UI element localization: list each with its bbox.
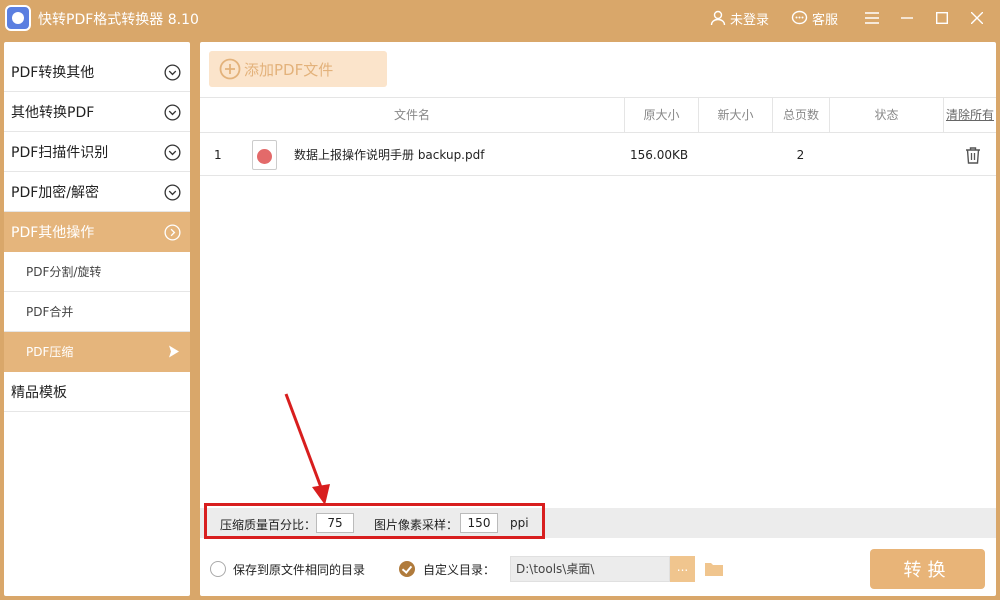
sidebar-item-label: 其他转换PDF (11, 104, 95, 121)
user-icon (710, 10, 726, 26)
folder-icon[interactable] (705, 561, 723, 576)
main-panel: 添加PDF文件 文件名 原大小 新大小 总页数 状态 清除所有 1 数据上报操作… (200, 42, 996, 596)
app-title: 快转PDF格式转换器 8.10 (38, 12, 199, 28)
sidebar-item-pdf-ocr[interactable]: PDF扫描件识别 (4, 132, 190, 172)
row-filename: 数据上报操作说明手册 backup.pdf (294, 148, 485, 162)
service-label: 客服 (811, 12, 838, 28)
add-pdf-label: 添加PDF文件 (244, 60, 334, 79)
sidebar-subitem-split-rotate[interactable]: PDF分割/旋转 (4, 252, 190, 292)
sidebar-item-other-to-pdf[interactable]: 其他转换PDF (4, 92, 190, 132)
row-status (829, 134, 943, 176)
close-icon (971, 12, 983, 24)
quality-input[interactable]: 75 (316, 513, 354, 533)
ppi-label: 图片像素采样： (374, 518, 459, 532)
quality-label: 压缩质量百分比： (220, 518, 317, 532)
minimize-icon (901, 17, 913, 19)
custom-dir-radio[interactable] (399, 561, 415, 577)
sidebar-subitem-label: PDF合并 (26, 305, 74, 319)
title-bar: 快转PDF格式转换器 8.10 未登录 客服 (0, 0, 1000, 36)
menu-icon (865, 12, 879, 24)
chevron-right-icon (164, 224, 181, 241)
close-button[interactable] (965, 6, 989, 30)
minimize-button[interactable] (895, 6, 919, 30)
file-table-header: 文件名 原大小 新大小 总页数 状态 清除所有 (200, 97, 996, 133)
sidebar-subitem-label: PDF压缩 (26, 345, 74, 359)
ppi-input[interactable]: 150 (460, 513, 498, 533)
maximize-icon (936, 12, 948, 24)
menu-button[interactable] (860, 6, 884, 30)
pdf-file-icon (252, 140, 277, 170)
title-bar-actions: 未登录 客服 (710, 0, 1000, 36)
same-dir-label: 保存到原文件相同的目录 (233, 563, 366, 577)
customer-service-button[interactable]: 客服 (791, 9, 838, 28)
sidebar-item-templates[interactable]: 精品模板 (4, 372, 190, 412)
sidebar-subitem-label: PDF分割/旋转 (26, 265, 102, 279)
clear-all-link[interactable]: 清除所有 (943, 98, 996, 132)
chevron-down-icon (164, 64, 181, 81)
sidebar-subitem-compress[interactable]: PDF压缩 (4, 332, 190, 372)
convert-button[interactable]: 转换 (870, 549, 985, 589)
row-index: 1 (214, 148, 222, 162)
sidebar-item-pdf-encrypt[interactable]: PDF加密/解密 (4, 172, 190, 212)
chevron-down-icon (164, 104, 181, 121)
play-arrow-icon (169, 345, 179, 358)
row-total-pages: 2 (796, 148, 805, 162)
plus-circle-icon (219, 58, 241, 80)
custom-dir-input[interactable]: D:\tools\桌面\ (510, 556, 670, 582)
custom-dir-label: 自定义目录： (423, 563, 496, 577)
sidebar: PDF转换其他 其他转换PDF PDF扫描件识别 PDF加密/解密 PDF其他操… (4, 42, 190, 596)
sidebar-item-label: PDF加密/解密 (11, 184, 99, 201)
column-filename: 文件名 (393, 108, 430, 122)
row-new-size (698, 134, 772, 176)
table-row: 1 数据上报操作说明手册 backup.pdf 156.00KB 2 (200, 134, 996, 176)
column-status: 状态 (829, 98, 943, 132)
sidebar-item-label: PDF转换其他 (11, 64, 95, 81)
ppi-unit: ppi (510, 516, 529, 530)
maximize-button[interactable] (930, 6, 954, 30)
chevron-down-icon (164, 184, 181, 201)
chat-icon (791, 10, 808, 25)
column-total-pages: 总页数 (772, 98, 829, 132)
sidebar-item-label: PDF其他操作 (11, 224, 95, 241)
sidebar-item-label: 精品模板 (11, 384, 67, 401)
browse-button[interactable]: ... (670, 556, 695, 582)
chevron-down-icon (164, 144, 181, 161)
add-pdf-button[interactable]: 添加PDF文件 (209, 51, 387, 87)
trash-icon[interactable] (964, 146, 982, 164)
row-original-size: 156.00KB (630, 148, 689, 162)
app-logo-icon (5, 5, 31, 31)
sidebar-item-pdf-other-ops[interactable]: PDF其他操作 (4, 212, 190, 252)
sidebar-item-pdf-to-other[interactable]: PDF转换其他 (4, 52, 190, 92)
login-label: 未登录 (729, 12, 769, 28)
sidebar-subitem-merge[interactable]: PDF合并 (4, 292, 190, 332)
sidebar-item-label: PDF扫描件识别 (11, 144, 109, 161)
same-dir-radio[interactable] (210, 561, 226, 577)
login-button[interactable]: 未登录 (710, 9, 769, 28)
column-original-size: 原大小 (624, 98, 698, 132)
column-new-size: 新大小 (698, 98, 772, 132)
